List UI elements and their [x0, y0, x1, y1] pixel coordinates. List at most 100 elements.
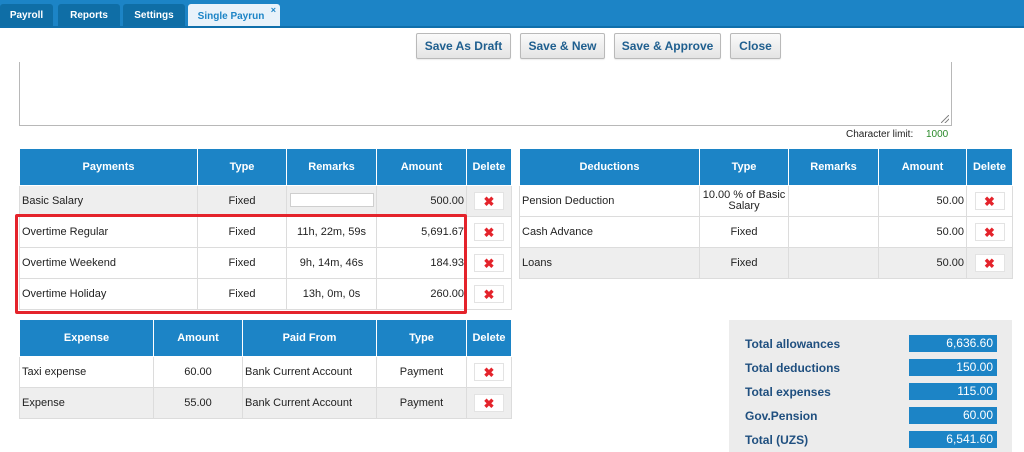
payment-type: Fixed — [197, 216, 287, 248]
total-expenses-row: Total expenses 115.00 — [729, 383, 1012, 401]
expense-amount: 55.00 — [153, 387, 243, 419]
delete-icon[interactable]: ✖ — [974, 192, 1005, 210]
payment-type: Fixed — [197, 185, 287, 217]
close-button[interactable]: Close — [730, 33, 781, 59]
character-limit-label: Character limit: — [846, 129, 914, 140]
total-label: Total deductions — [745, 361, 841, 375]
total-value: 115.00 — [909, 383, 997, 400]
expense-name: Expense — [19, 387, 154, 419]
deduction-name: Loans — [519, 247, 700, 279]
payment-remarks-cell — [286, 185, 377, 217]
expense-name: Taxi expense — [19, 356, 154, 388]
column-header-delete: Delete — [466, 148, 512, 186]
table-row: Overtime Weekend Fixed 9h, 14m, 46s 184.… — [19, 247, 512, 279]
tab-payroll[interactable]: Payroll — [0, 4, 53, 26]
delete-icon[interactable]: ✖ — [474, 363, 504, 381]
delete-cell: ✖ — [466, 216, 512, 248]
expense-amount: 60.00 — [153, 356, 243, 388]
deduction-type: 10.00 % of Basic Salary — [699, 185, 789, 217]
column-header-type: Type — [197, 148, 287, 186]
expense-paid-from: Bank Current Account — [242, 356, 377, 388]
close-tab-icon[interactable]: × — [271, 5, 276, 15]
deduction-amount: 50.00 — [878, 185, 967, 217]
delete-cell: ✖ — [966, 216, 1013, 248]
delete-cell: ✖ — [966, 247, 1013, 279]
tab-reports[interactable]: Reports — [58, 4, 120, 26]
deduction-remarks — [788, 247, 879, 279]
expenses-table: Expense Amount Paid From Type Delete Tax… — [19, 319, 512, 419]
tab-bar-underline — [0, 26, 1024, 28]
column-header-amount: Amount — [153, 319, 243, 357]
deduction-type: Fixed — [699, 216, 789, 248]
table-row: Expense 55.00 Bank Current Account Payme… — [19, 387, 512, 419]
column-header-amount: Amount — [376, 148, 467, 186]
total-label: Gov.Pension — [745, 409, 818, 423]
save-as-draft-button[interactable]: Save As Draft — [416, 33, 511, 59]
notes-textarea[interactable] — [19, 62, 952, 126]
payment-amount: 5,691.67 — [376, 216, 467, 248]
payments-table: Payments Type Remarks Amount Delete Basi… — [19, 148, 512, 310]
total-allowances-row: Total allowances 6,636.60 — [729, 335, 1012, 353]
delete-icon[interactable]: ✖ — [974, 254, 1005, 272]
delete-cell: ✖ — [466, 247, 512, 279]
column-header-amount: Amount — [878, 148, 967, 186]
payment-name: Overtime Regular — [19, 216, 198, 248]
gov-pension-row: Gov.Pension 60.00 — [729, 407, 1012, 425]
tab-label: Single Payrun — [197, 10, 265, 22]
delete-cell: ✖ — [466, 278, 512, 310]
table-row: Loans Fixed 50.00 ✖ — [519, 247, 1013, 279]
deduction-name: Pension Deduction — [519, 185, 700, 217]
expense-type: Payment — [376, 356, 467, 388]
top-tab-bar: Payroll Reports Settings Single Payrun × — [0, 0, 1024, 28]
tab-single-payrun[interactable]: Single Payrun × — [188, 4, 280, 28]
column-header-delete: Delete — [466, 319, 512, 357]
total-label: Total allowances — [745, 337, 841, 351]
totals-panel: Total allowances 6,636.60 Total deductio… — [729, 320, 1012, 452]
delete-icon[interactable]: ✖ — [474, 285, 504, 303]
remarks-input[interactable] — [289, 192, 374, 207]
payment-remarks: 9h, 14m, 46s — [286, 247, 377, 279]
save-and-new-button[interactable]: Save & New — [520, 33, 605, 59]
delete-cell: ✖ — [466, 185, 512, 217]
table-row: Overtime Regular Fixed 11h, 22m, 59s 5,6… — [19, 216, 512, 248]
deduction-amount: 50.00 — [878, 247, 967, 279]
column-header-paid-from: Paid From — [242, 319, 377, 357]
table-row: Taxi expense 60.00 Bank Current Account … — [19, 356, 512, 388]
delete-icon[interactable]: ✖ — [474, 394, 504, 412]
column-header-expense: Expense — [19, 319, 154, 357]
total-label: Total expenses — [745, 385, 831, 399]
delete-cell: ✖ — [466, 356, 512, 388]
deductions-table: Deductions Type Remarks Amount Delete Pe… — [519, 148, 1013, 279]
delete-icon[interactable]: ✖ — [474, 223, 504, 241]
payment-name: Basic Salary — [19, 185, 198, 217]
expense-paid-from: Bank Current Account — [242, 387, 377, 419]
table-row: Cash Advance Fixed 50.00 ✖ — [519, 216, 1013, 248]
grand-total-row: Total (UZS) 6,541.60 — [729, 431, 1012, 449]
column-header-type: Type — [376, 319, 467, 357]
total-deductions-row: Total deductions 150.00 — [729, 359, 1012, 377]
table-row: Pension Deduction 10.00 % of Basic Salar… — [519, 185, 1013, 217]
deduction-amount: 50.00 — [878, 216, 967, 248]
delete-icon[interactable]: ✖ — [974, 223, 1005, 241]
total-value: 60.00 — [909, 407, 997, 424]
total-value: 6,636.60 — [909, 335, 997, 352]
tab-label: Payroll — [9, 9, 44, 21]
character-limit: Character limit: 1000 — [846, 129, 948, 140]
payment-name: Overtime Holiday — [19, 278, 198, 310]
total-label: Total (UZS) — [745, 433, 809, 447]
payment-name: Overtime Weekend — [19, 247, 198, 279]
deduction-remarks — [788, 216, 879, 248]
resize-grip-icon[interactable] — [941, 115, 949, 123]
deduction-type: Fixed — [699, 247, 789, 279]
delete-icon[interactable]: ✖ — [474, 254, 504, 272]
character-limit-value: 1000 — [926, 129, 949, 140]
tab-label: Reports — [70, 9, 108, 21]
save-and-approve-button[interactable]: Save & Approve — [614, 33, 721, 59]
tab-settings[interactable]: Settings — [123, 4, 185, 26]
column-header-remarks: Remarks — [286, 148, 377, 186]
column-header-type: Type — [699, 148, 789, 186]
payment-remarks: 11h, 22m, 59s — [286, 216, 377, 248]
delete-icon[interactable]: ✖ — [474, 192, 504, 210]
column-header-deductions: Deductions — [519, 148, 700, 186]
table-row: Overtime Holiday Fixed 13h, 0m, 0s 260.0… — [19, 278, 512, 310]
